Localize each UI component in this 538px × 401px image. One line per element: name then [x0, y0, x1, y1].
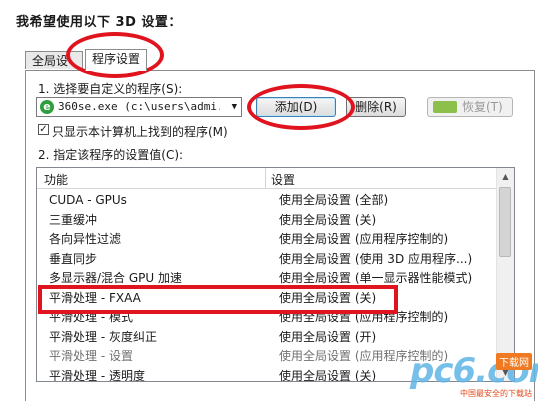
annotation-circle-add [247, 84, 355, 130]
settings-row-feature: 三重缓冲 [49, 212, 98, 227]
settings-row-feature: CUDA - GPUs [49, 193, 127, 207]
settings-row-feature: 垂直同步 [49, 251, 98, 266]
column-header-feature[interactable]: 功能 [44, 171, 68, 188]
settings-list-header: 功能 设置 [37, 168, 497, 189]
column-header-setting[interactable]: 设置 [271, 171, 295, 188]
watermark-subtitle: 中国最安全的下载站 [460, 389, 532, 398]
program-icon: e [40, 100, 54, 114]
select-program-label: 1. 选择要自定义的程序(S): [38, 82, 183, 96]
restore-button[interactable]: 恢复(T) [427, 97, 513, 117]
watermark-badge: 下载网 [496, 353, 532, 370]
settings-row-feature: 各向异性过滤 [49, 232, 122, 246]
scrollbar-thumb[interactable] [499, 187, 511, 257]
program-select-value: 360se.exe (c:\users\admi... [58, 100, 220, 113]
tab-program-settings[interactable]: 程序设置 [85, 49, 147, 71]
settings-row-feature: 平滑处理 - 灰度纠正 [49, 329, 157, 344]
show-local-programs-label: 只显示本计算机上找到的程序(M) [52, 125, 228, 139]
settings-row-value[interactable]: 使用全局设置 (关) [279, 367, 376, 382]
settings-row-value[interactable]: 使用全局设置 (使用 3D 应用程序...) [279, 250, 472, 269]
column-divider[interactable] [265, 168, 266, 188]
settings-row[interactable]: CUDA - GPUs 使用全局设置 (全部) [37, 191, 497, 210]
settings-row[interactable]: 垂直同步 使用全局设置 (使用 3D 应用程序...) [37, 250, 497, 269]
settings-row[interactable]: 各向异性过滤 使用全局设置 (应用程序控制的) [37, 230, 497, 249]
settings-row-feature: 平滑处理 - 透明度 [49, 368, 145, 382]
show-local-programs-checkbox[interactable]: ✓ [38, 124, 49, 135]
scroll-up-icon[interactable]: ▲ [497, 168, 514, 185]
settings-row-value[interactable]: 使用全局设置 (关) [279, 211, 376, 230]
chevron-down-icon[interactable]: ▼ [232, 102, 237, 112]
settings-row-value[interactable]: 使用全局设置 (应用程序控制的) [279, 230, 448, 249]
restore-button-label: 恢复(T) [462, 100, 503, 114]
settings-row-feature: 平滑处理 - 设置 [49, 349, 133, 363]
page-heading: 我希望使用以下 3D 设置： [16, 15, 182, 30]
delete-program-button[interactable]: 删除(R) [346, 97, 406, 117]
site-watermark: pc6.com 下载网 中国最安全的下载站 [402, 349, 538, 399]
settings-row-value[interactable]: 使用全局设置 (全部) [279, 191, 388, 210]
nvidia-logo-icon [433, 101, 457, 113]
settings-row[interactable]: 三重缓冲 使用全局设置 (关) [37, 211, 497, 230]
specify-settings-label: 2. 指定该程序的设置值(C): [38, 148, 184, 162]
program-select[interactable]: e 360se.exe (c:\users\admi... ▼ [36, 97, 242, 117]
annotation-box-fxaa [38, 285, 398, 314]
settings-row-value[interactable]: 使用全局设置 (开) [279, 328, 376, 347]
settings-row[interactable]: 平滑处理 - 灰度纠正 使用全局设置 (开) [37, 328, 497, 347]
